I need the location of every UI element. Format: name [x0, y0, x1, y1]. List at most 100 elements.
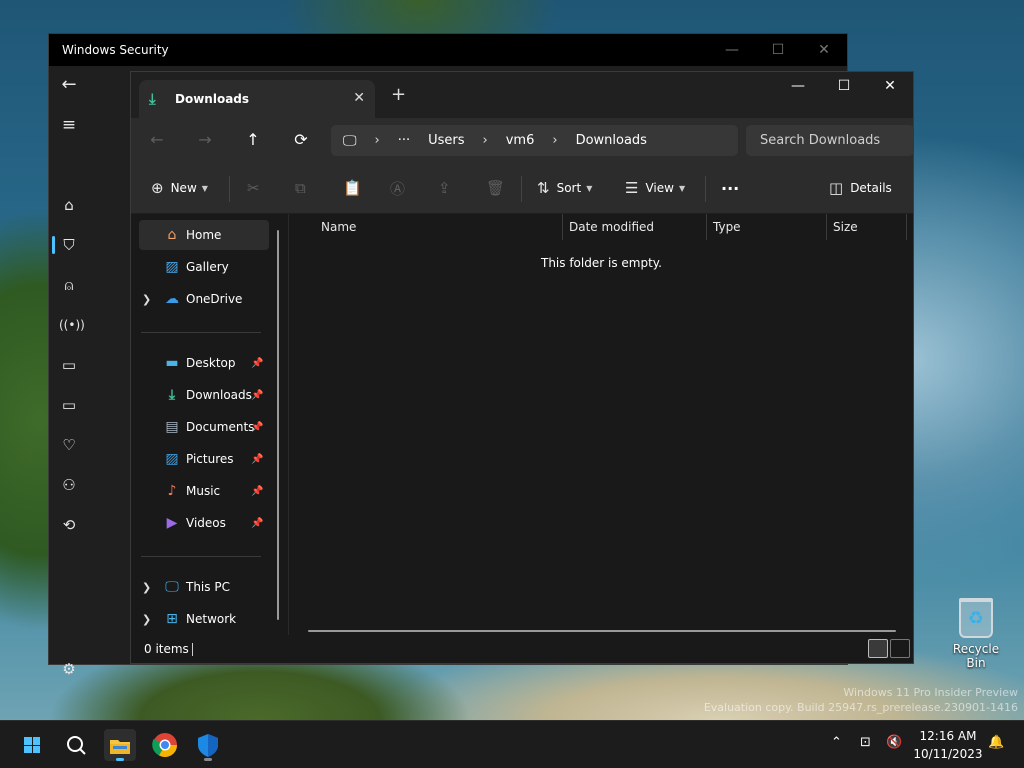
chrome-taskbar-button[interactable]: [149, 729, 181, 761]
address-bar[interactable]: 🖵 › ··· Users › vm6 › Downloads: [331, 125, 738, 156]
view-label: View: [645, 181, 674, 195]
nav-item-music[interactable]: ♪ Music 📌: [139, 476, 269, 506]
nav-item-downloads[interactable]: ⤓ Downloads 📌: [139, 380, 269, 410]
share-button[interactable]: ⇪: [438, 176, 458, 200]
column-divider[interactable]: [826, 214, 827, 240]
nav-item-desktop[interactable]: ▬ Desktop 📌: [139, 348, 269, 378]
column-divider[interactable]: [906, 214, 907, 240]
view-button[interactable]: ☰ View ▼: [625, 176, 685, 200]
close-button[interactable]: ✕: [867, 72, 913, 102]
search-button[interactable]: [60, 729, 92, 761]
breadcrumb-separator[interactable]: ›: [483, 133, 488, 148]
pin-icon[interactable]: 📌: [251, 390, 263, 401]
column-header-type[interactable]: Type: [713, 214, 741, 240]
chevron-right-icon[interactable]: ❯: [142, 581, 151, 594]
document-icon: ▤: [165, 419, 179, 435]
minimize-button[interactable]: —: [775, 72, 821, 102]
health-heart-icon[interactable]: ♡: [59, 435, 79, 455]
nav-item-pictures[interactable]: ▨ Pictures 📌: [139, 444, 269, 474]
chevron-up-icon[interactable]: ⌃: [831, 735, 842, 750]
nav-item-home[interactable]: ⌂ Home: [139, 220, 269, 250]
column-divider[interactable]: [562, 214, 563, 240]
pin-icon[interactable]: 📌: [251, 422, 263, 433]
file-explorer-window: ⤓ Downloads ✕ + — ☐ ✕ ← → ↑ ⟳ 🖵 › ··· Us…: [130, 71, 914, 664]
history-icon[interactable]: ⟲: [59, 515, 79, 535]
column-header-size[interactable]: Size: [833, 214, 858, 240]
forward-button[interactable]: →: [193, 128, 217, 152]
rename-button[interactable]: Ⓐ: [390, 176, 412, 200]
recycle-bin[interactable]: Recycle Bin: [944, 598, 1008, 670]
cut-button[interactable]: ✂: [247, 176, 267, 200]
breadcrumb-downloads[interactable]: Downloads: [576, 133, 647, 148]
nav-item-onedrive[interactable]: ❯ ☁ OneDrive: [139, 284, 269, 314]
paste-button[interactable]: 📋: [343, 176, 369, 200]
shield-icon[interactable]: ⛉: [59, 235, 79, 255]
nav-item-videos[interactable]: ▶ Videos 📌: [139, 508, 269, 538]
family-options-icon[interactable]: ⚇: [59, 475, 79, 495]
network-status-icon[interactable]: ⊡: [860, 735, 871, 750]
column-divider[interactable]: [706, 214, 707, 240]
tab-close-button[interactable]: ✕: [353, 90, 365, 106]
column-header-name[interactable]: Name: [321, 214, 356, 240]
nav-item-gallery[interactable]: ▨ Gallery: [139, 252, 269, 282]
notification-bell-icon[interactable]: 🔔: [988, 735, 1004, 750]
chevron-right-icon[interactable]: ❯: [142, 293, 151, 306]
details-button[interactable]: ◫ Details: [829, 176, 892, 200]
maximize-button[interactable]: ☐: [821, 72, 867, 102]
nav-item-this-pc[interactable]: ❯ 🖵 This PC: [139, 572, 269, 602]
nav-divider: [141, 556, 261, 557]
nav-item-documents[interactable]: ▤ Documents 📌: [139, 412, 269, 442]
nav-label: This PC: [186, 580, 230, 594]
pin-icon[interactable]: 📌: [251, 358, 263, 369]
refresh-button[interactable]: ⟳: [289, 128, 313, 152]
system-clock[interactable]: 12:16 AM 10/11/2023: [910, 727, 986, 763]
volume-muted-icon[interactable]: 🔇: [886, 735, 902, 750]
copy-button[interactable]: ⧉: [295, 176, 313, 200]
security-minimize-button[interactable]: —: [709, 42, 755, 58]
breadcrumb-users[interactable]: Users: [428, 133, 464, 148]
sort-button[interactable]: ⇅ Sort ▼: [537, 176, 592, 200]
new-button[interactable]: ⊕ New ▼: [151, 176, 208, 200]
pin-icon[interactable]: 📌: [251, 518, 263, 529]
gear-icon[interactable]: ⚙: [59, 659, 79, 679]
large-icons-view-button[interactable]: [890, 639, 910, 658]
nav-item-network[interactable]: ❯ ⊞ Network: [139, 604, 269, 634]
address-bar-row: ← → ↑ ⟳ 🖵 › ··· Users › vm6 › Downloads …: [131, 118, 914, 162]
up-button[interactable]: ↑: [241, 128, 265, 152]
computer-icon[interactable]: 🖵: [343, 133, 357, 149]
details-view-button[interactable]: [868, 639, 888, 658]
pin-icon[interactable]: 📌: [251, 486, 263, 497]
device-security-icon[interactable]: ▭: [59, 395, 79, 415]
tab-downloads[interactable]: ⤓ Downloads ✕: [139, 80, 375, 118]
start-button[interactable]: [16, 729, 48, 761]
new-label: New: [170, 181, 197, 195]
nav-scrollbar[interactable]: [277, 230, 279, 620]
nav-label: Documents: [186, 420, 255, 434]
pin-icon[interactable]: 📌: [251, 454, 263, 465]
security-taskbar-button[interactable]: [192, 729, 224, 761]
home-icon[interactable]: ⌂: [59, 195, 79, 215]
delete-button[interactable]: 🗑: [486, 176, 512, 200]
hamburger-menu-icon[interactable]: ≡: [59, 115, 79, 135]
music-icon: ♪: [167, 483, 177, 499]
new-tab-button[interactable]: +: [391, 84, 406, 105]
breadcrumb-separator[interactable]: ›: [552, 133, 557, 148]
breadcrumb-vm6[interactable]: vm6: [506, 133, 535, 148]
rename-icon: Ⓐ: [390, 179, 406, 198]
app-browser-icon[interactable]: ▭: [59, 355, 79, 375]
chevron-right-icon[interactable]: ❯: [142, 613, 151, 626]
firewall-network-icon[interactable]: ((•)): [59, 315, 85, 335]
account-icon[interactable]: ⍝: [59, 275, 79, 295]
more-options-button[interactable]: ···: [721, 176, 739, 200]
security-close-button[interactable]: ✕: [801, 42, 847, 58]
horizontal-scrollbar[interactable]: [308, 630, 896, 632]
breadcrumb-more[interactable]: ···: [398, 133, 410, 148]
back-arrow-icon[interactable]: ←: [59, 75, 79, 95]
file-explorer-taskbar-button[interactable]: [104, 729, 136, 761]
back-button[interactable]: ←: [145, 128, 169, 152]
selection-indicator: [52, 236, 55, 254]
column-header-date-modified[interactable]: Date modified: [569, 214, 654, 240]
nav-divider: [141, 332, 261, 333]
search-input[interactable]: Search Downloads: [746, 125, 914, 156]
security-maximize-button[interactable]: ☐: [755, 42, 801, 58]
